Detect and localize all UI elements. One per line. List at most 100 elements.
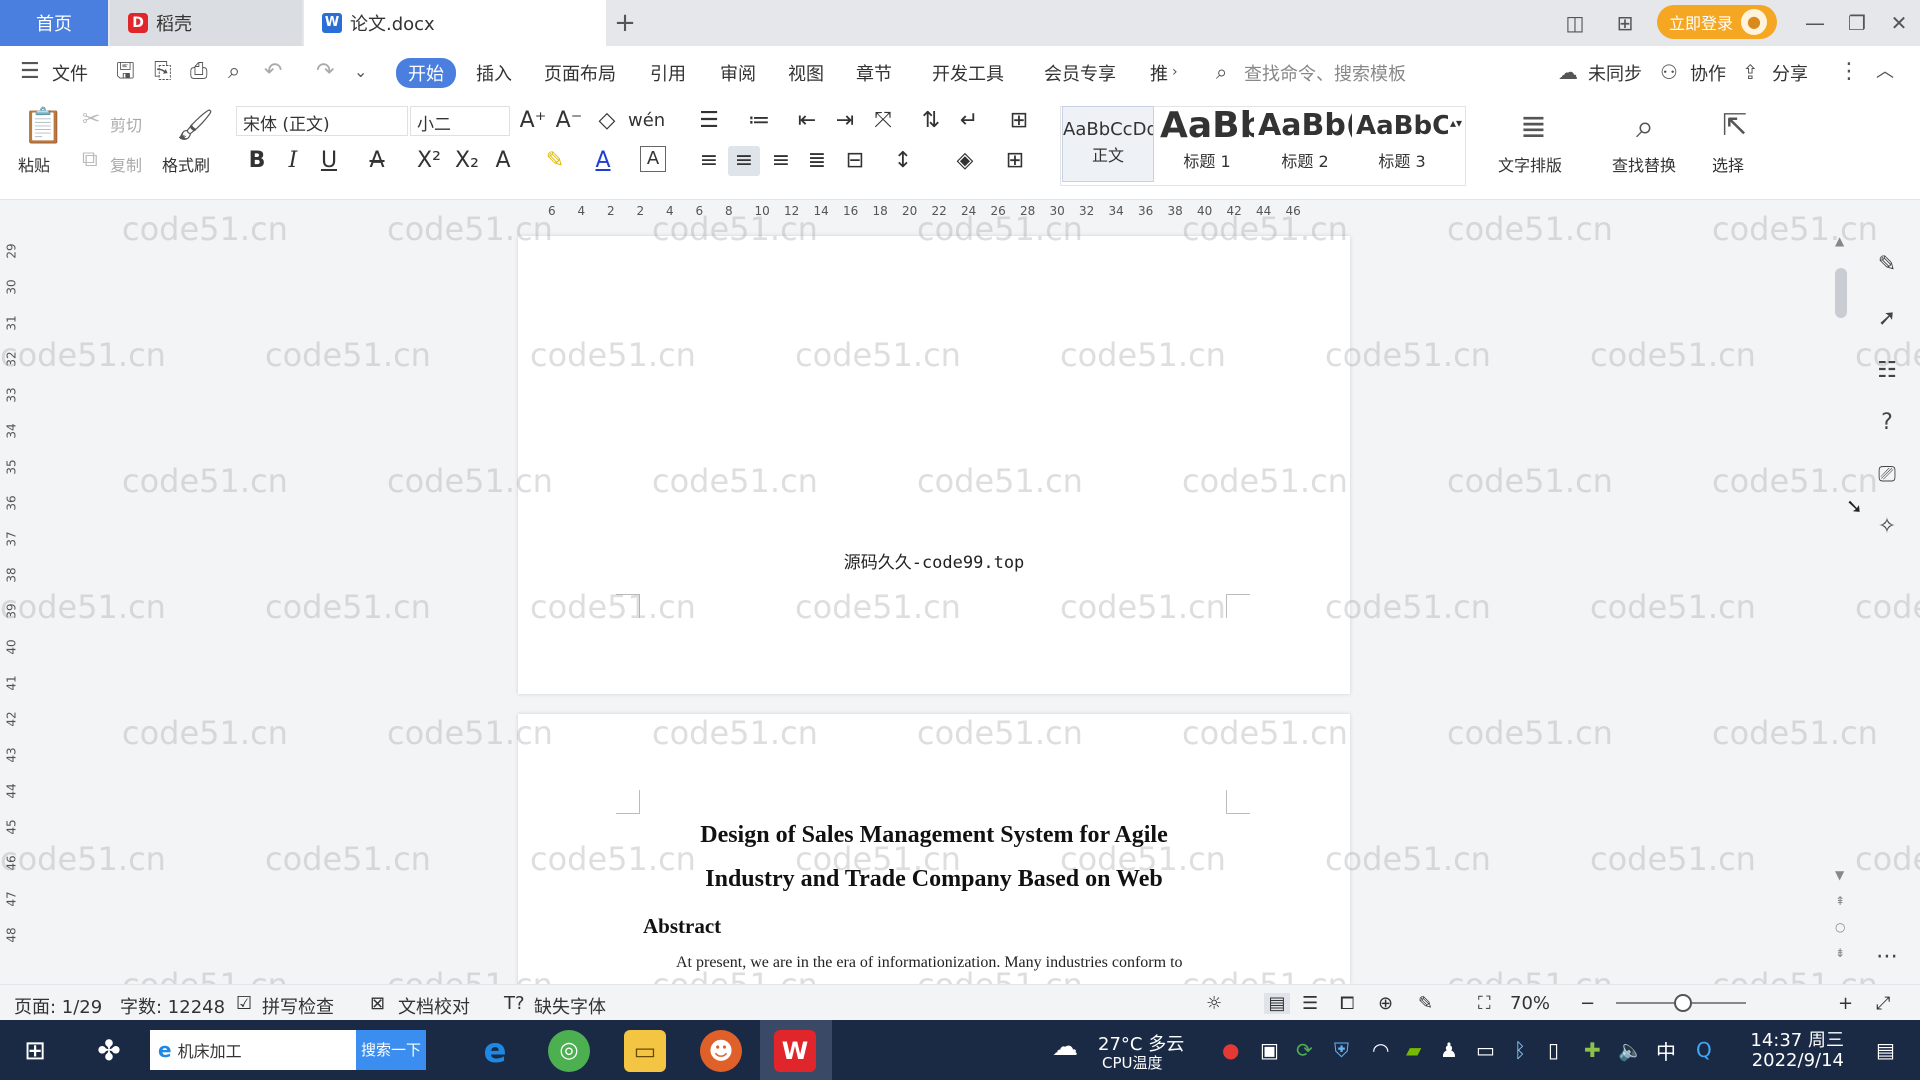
- style-heading3[interactable]: AaBbC 标题 3: [1356, 106, 1448, 182]
- weather-cloud-icon[interactable]: ☁: [1052, 1032, 1078, 1062]
- scrollbar-thumb[interactable]: [1835, 268, 1847, 318]
- sort-icon[interactable]: ⇅: [916, 106, 946, 136]
- file-explorer-icon[interactable]: ▭: [624, 1030, 666, 1072]
- paper-title-line2[interactable]: Industry and Trade Company Based on Web: [518, 866, 1350, 893]
- font-color-icon[interactable]: A: [590, 146, 616, 176]
- save-icon[interactable]: 🖫: [116, 58, 135, 86]
- subscript-icon[interactable]: X₂: [452, 146, 482, 176]
- tray-plus-icon[interactable]: ✚: [1584, 1038, 1601, 1062]
- format-painter-label[interactable]: 格式刷: [162, 152, 210, 176]
- italic-icon[interactable]: I: [280, 146, 306, 176]
- vertical-scrollbar[interactable]: ▲ ▼ ⇞ ○ ⇟: [1830, 224, 1852, 984]
- prev-page-icon[interactable]: ⇞: [1835, 894, 1845, 908]
- paste-label[interactable]: 粘贴: [18, 152, 50, 176]
- menu-more-chevron-icon[interactable]: ›: [1172, 58, 1178, 86]
- layout-toggle-icon[interactable]: ◫: [1560, 8, 1590, 38]
- missing-font-label[interactable]: 缺失字体: [534, 993, 606, 1019]
- find-replace-label[interactable]: 查找替换: [1612, 152, 1676, 176]
- more-dots-icon[interactable]: ⋯: [1872, 942, 1902, 972]
- fit-page-icon[interactable]: ⛶: [1478, 993, 1491, 1014]
- copy-label[interactable]: 复制: [110, 152, 142, 176]
- zoom-slider-thumb[interactable]: [1674, 994, 1692, 1012]
- command-search-input[interactable]: 查找命令、搜索模板: [1244, 60, 1406, 86]
- eye-protection-icon[interactable]: ☼: [1206, 993, 1222, 1014]
- taskbar-search-button[interactable]: 搜索一下: [356, 1030, 426, 1070]
- distribute-icon[interactable]: ⊟: [840, 146, 870, 176]
- fan-app-icon[interactable]: ✤: [88, 1030, 130, 1072]
- bluetooth-icon[interactable]: ᛒ: [1514, 1038, 1526, 1062]
- ie-browser-icon[interactable]: e: [474, 1030, 516, 1072]
- scroll-up-arrow-icon[interactable]: ▲: [1835, 234, 1844, 248]
- more-options-icon[interactable]: ⋮: [1838, 58, 1860, 86]
- chinese-layout-icon[interactable]: ⤧: [868, 106, 898, 136]
- select-label[interactable]: 选择: [1712, 152, 1744, 176]
- menu-home[interactable]: 开始: [396, 58, 456, 88]
- menu-file[interactable]: 文件: [52, 60, 88, 86]
- zoom-in-icon[interactable]: +: [1838, 993, 1853, 1014]
- document-page-2[interactable]: Design of Sales Management System for Ag…: [518, 714, 1350, 984]
- fullscreen-icon[interactable]: ⤢: [1876, 993, 1890, 1014]
- zoom-level[interactable]: 70%: [1510, 993, 1550, 1014]
- highlight-icon[interactable]: ✎: [540, 146, 570, 176]
- menu-insert[interactable]: 插入: [476, 60, 512, 86]
- menu-chapter[interactable]: 章节: [856, 60, 892, 86]
- superscript-icon[interactable]: X²: [414, 146, 444, 176]
- paste-icon[interactable]: 📋: [22, 106, 64, 146]
- new-tab-plus-icon[interactable]: +: [608, 6, 642, 40]
- menu-references[interactable]: 引用: [650, 60, 686, 86]
- align-center-icon[interactable]: ≡: [728, 146, 760, 176]
- menu-view[interactable]: 视图: [788, 60, 824, 86]
- tab-daoke[interactable]: D 稻壳: [110, 0, 302, 46]
- copy-icon[interactable]: ⧉: [82, 146, 98, 174]
- clock-time[interactable]: 14:37 周三: [1748, 1026, 1844, 1052]
- taskbar-search-box[interactable]: e 机床加工: [150, 1030, 356, 1070]
- styles-scroll-icon[interactable]: ▴▾: [1448, 108, 1464, 138]
- character-border-icon[interactable]: A: [640, 146, 666, 172]
- clock-date[interactable]: 2022/9/14: [1748, 1050, 1844, 1071]
- abstract-text[interactable]: At present, we are in the era of informa…: [676, 954, 1183, 972]
- web-view-icon[interactable]: ⊕: [1378, 993, 1393, 1014]
- document-page-1[interactable]: 源码久久-code99.top: [518, 236, 1350, 694]
- menu-dev-tools[interactable]: 开发工具: [932, 60, 1004, 86]
- abstract-heading[interactable]: Abstract: [643, 914, 721, 939]
- login-button[interactable]: 立即登录 ●: [1657, 5, 1777, 39]
- page-view-icon[interactable]: ▤: [1264, 993, 1290, 1014]
- justify-icon[interactable]: ≣: [802, 146, 832, 176]
- qq-icon[interactable]: ♟: [1440, 1038, 1458, 1062]
- undo-icon[interactable]: ↶: [264, 58, 282, 86]
- next-page-icon[interactable]: ⇟: [1835, 946, 1845, 960]
- doc-check-label[interactable]: 文档校对: [398, 993, 470, 1019]
- pinyin-guide-icon[interactable]: wén: [628, 106, 665, 136]
- spell-check-label[interactable]: 拼写检查: [262, 993, 334, 1019]
- cut-label[interactable]: 剪切: [110, 112, 142, 136]
- grow-font-icon[interactable]: A⁺: [518, 106, 548, 136]
- hamburger-menu-icon[interactable]: ☰: [20, 58, 40, 86]
- format-painter-icon[interactable]: 🖌: [176, 106, 214, 146]
- spell-check-checkbox-icon[interactable]: ☑: [236, 993, 252, 1014]
- apps-grid-icon[interactable]: ⊞: [1610, 8, 1640, 38]
- text-effect-icon[interactable]: A: [490, 146, 516, 176]
- collapse-ribbon-icon[interactable]: ︿: [1876, 58, 1894, 86]
- settings-sliders-icon[interactable]: ☷: [1872, 356, 1902, 386]
- show-marks-icon[interactable]: ↵: [954, 106, 984, 136]
- text-layout-label[interactable]: 文字排版: [1498, 152, 1562, 176]
- font-size-select[interactable]: 小二: [410, 106, 510, 136]
- wifi-icon[interactable]: ◠: [1372, 1038, 1389, 1062]
- volume-icon[interactable]: 🔈: [1618, 1038, 1643, 1062]
- backup-icon[interactable]: ⎚: [1872, 460, 1902, 490]
- battery-icon[interactable]: ▭: [1476, 1038, 1495, 1062]
- style-heading1[interactable]: AaBb 标题 1: [1160, 106, 1254, 182]
- ime-indicator[interactable]: 中: [1656, 1036, 1676, 1065]
- read-view-icon[interactable]: ⧠: [1340, 993, 1354, 1014]
- print-preview-icon[interactable]: ⌕: [228, 58, 240, 86]
- write-view-icon[interactable]: ✎: [1418, 993, 1433, 1014]
- table-tools-icon[interactable]: ⊞: [1004, 106, 1034, 136]
- quick-access-dropdown-icon[interactable]: ⌄: [354, 58, 367, 86]
- shrink-font-icon[interactable]: A⁻: [554, 106, 584, 136]
- doc-check-icon[interactable]: ⊠: [370, 993, 385, 1014]
- bullet-list-icon[interactable]: ☰: [694, 106, 724, 136]
- increase-indent-icon[interactable]: ⇥: [830, 106, 860, 136]
- minimize-icon[interactable]: —: [1800, 8, 1830, 38]
- select-browse-icon[interactable]: ○: [1835, 920, 1845, 934]
- numbered-list-icon[interactable]: ≔: [744, 106, 774, 136]
